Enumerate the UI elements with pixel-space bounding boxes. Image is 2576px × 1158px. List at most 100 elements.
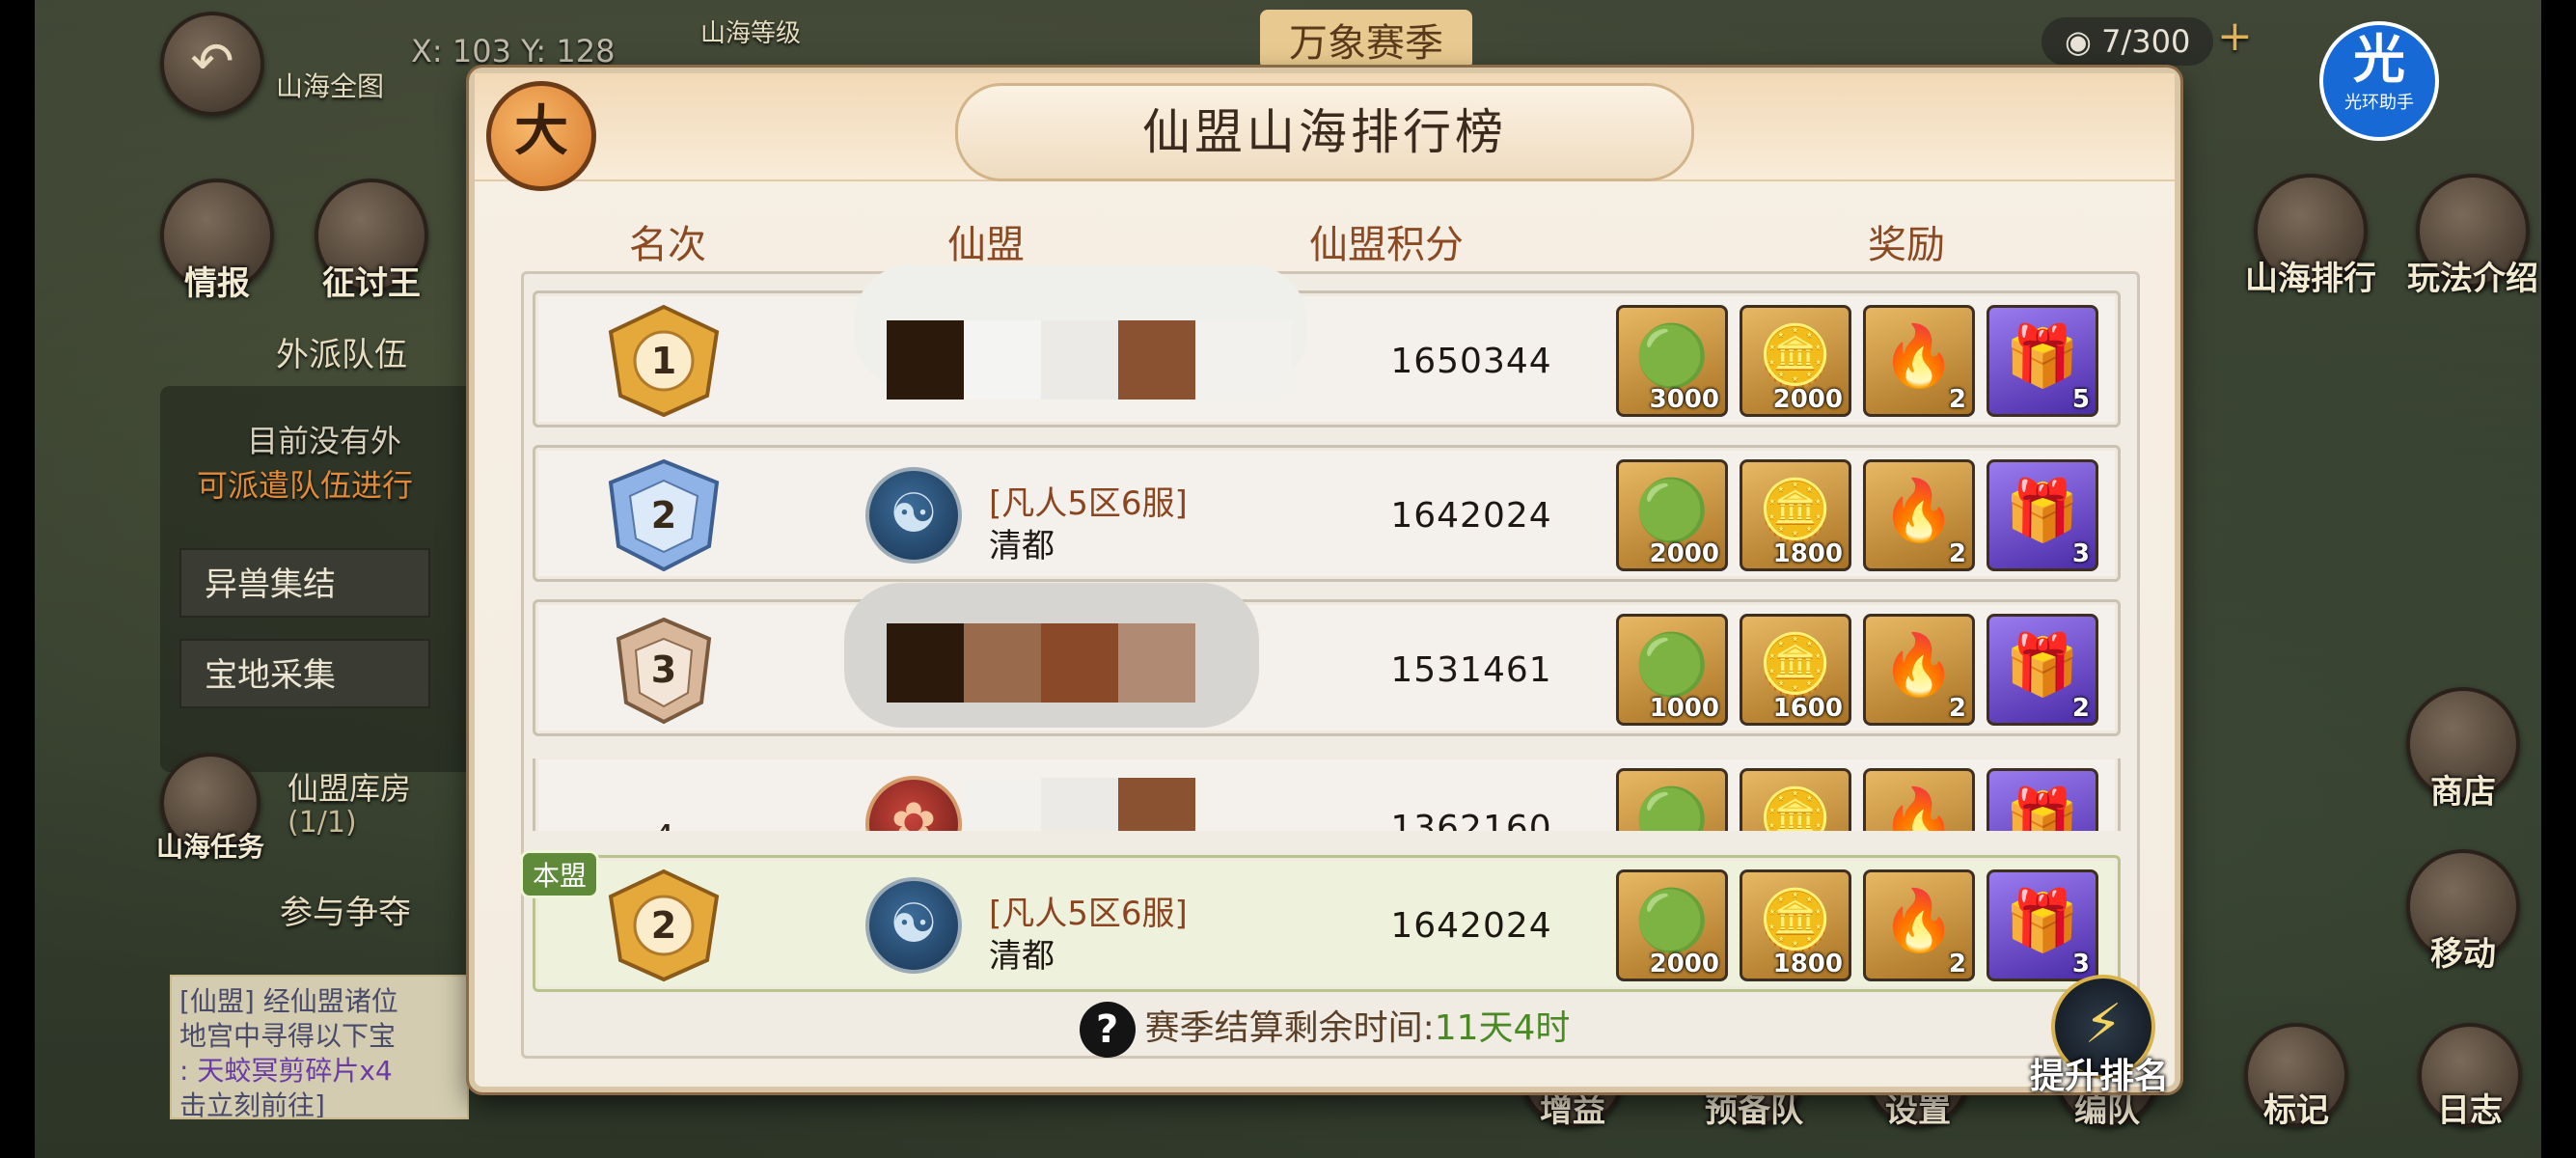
reward-item[interactable]: 🟢 2000 <box>1616 459 1728 571</box>
help-icon[interactable]: ? <box>1079 1002 1136 1058</box>
redacted-block <box>964 778 1041 831</box>
merit-token-icon: 🪙 <box>1758 784 1833 831</box>
guild-score: 1531461 <box>1390 650 1552 690</box>
energy-counter: ◉ 7/300 <box>2042 17 2214 66</box>
row-4-clip: 4 1362160 🟢 🪙 🔥 🎁 <box>533 758 2121 831</box>
rank-number: 4 <box>601 758 726 831</box>
guild-emblem-icon <box>865 467 962 564</box>
col-guild: 仙盟 <box>947 223 1025 267</box>
improve-rank-button[interactable]: ⚡ 提升排名 <box>2022 975 2177 1096</box>
my-guild-tag: 本盟 <box>520 850 600 898</box>
cat-badge-icon: 大 <box>486 81 596 191</box>
guild-emblem-icon <box>865 877 962 974</box>
game-screen: ↶ 山海全图 X: 103 Y: 128 山海等级 万象赛季 ◉ 7/300 +… <box>35 0 2541 1158</box>
table-row[interactable]: 4 1362160 🟢 🪙 🔥 🎁 <box>533 758 2121 831</box>
my-guild-row[interactable]: 本盟 2 [凡人5区6服] 清都 1642024 🟢2000 🪙1800 🔥2 … <box>520 850 2121 992</box>
mark-button[interactable]: 标记 <box>2244 1023 2348 1130</box>
add-energy-icon[interactable]: + <box>2217 12 2253 61</box>
table-row[interactable]: 2 [凡人5区6服] 清都 1642024 🟢2000 🪙1800 🔥2 🎁3 <box>533 445 2121 582</box>
reward-item[interactable]: 🪙 1800 <box>1740 869 1851 981</box>
gameplay-intro-button[interactable]: 玩法介绍 <box>2407 174 2538 298</box>
dispatch-title: 外派队伍 <box>276 336 407 374</box>
reward-item[interactable]: 🪙 <box>1740 768 1851 831</box>
mountain-task-button[interactable]: 山海任务 <box>156 753 264 863</box>
expedition-button[interactable]: 征讨王 <box>315 179 428 303</box>
reward-item[interactable]: 🔥 2 <box>1863 869 1975 981</box>
col-reward: 奖励 <box>1868 223 1945 267</box>
treasure-chest-icon: 🎁 <box>2005 629 2080 700</box>
reward-item[interactable]: 🎁 3 <box>1987 459 2098 571</box>
redacted-block <box>887 320 964 400</box>
jade-ring-icon: 🟢 <box>1634 629 1710 700</box>
mountain-ranking-button[interactable]: 山海排行 <box>2245 174 2376 298</box>
chat-box[interactable]: [仙盟] 经仙盟诸位 地宫中寻得以下宝 : 天蛟冥剪碎片x4 击立刻前往] <box>170 975 469 1119</box>
log-button[interactable]: 日志 <box>2418 1023 2522 1130</box>
guild-emblem-icon <box>865 776 962 831</box>
countdown-label: 赛季结算剩余时间: <box>1144 1008 1435 1048</box>
reward-item[interactable]: 🔥 2 <box>1863 459 1975 571</box>
move-button[interactable]: 移动 <box>2406 849 2520 974</box>
reward-item[interactable]: 🔥 2 <box>1863 614 1975 726</box>
flame-essence-icon: 🔥 <box>1881 320 1957 391</box>
guild-store-label[interactable]: 仙盟库房 <box>288 764 411 809</box>
jade-ring-icon: 🟢 <box>1634 885 1710 955</box>
countdown-time: 11天4时 <box>1434 1008 1571 1048</box>
reward-item[interactable]: 🎁 5 <box>1987 305 2098 417</box>
reward-item[interactable]: 🪙 1800 <box>1740 459 1851 571</box>
reward-item[interactable]: 🟢 1000 <box>1616 614 1728 726</box>
treasure-chest-icon: 🎁 <box>2005 885 2080 955</box>
flame-essence-icon: 🔥 <box>1881 475 1957 545</box>
table-row[interactable]: 1 1650344 🟢 3000 🪙 2000 🔥 2 🎁 5 <box>533 264 2121 427</box>
redacted-block <box>1195 320 1292 400</box>
redacted-block <box>887 623 964 703</box>
back-arrow-icon: ↶ <box>190 31 234 92</box>
season-banner: 万象赛季 <box>1260 10 1472 69</box>
jade-ring-icon: 🟢 <box>1634 320 1710 391</box>
reward-item[interactable]: 🟢 2000 <box>1616 869 1728 981</box>
treasure-chest-icon: 🎁 <box>2005 320 2080 391</box>
beast-gather-button[interactable]: 异兽集结 <box>179 548 430 618</box>
rank-number: 1 <box>650 340 677 382</box>
jade-ring-icon: 🟢 <box>1634 784 1710 831</box>
map-label[interactable]: 山海全图 <box>276 66 384 104</box>
guild-name: 清都 <box>989 527 1055 565</box>
redacted-block <box>1041 623 1118 703</box>
guild-server-tag: [凡人5区6服] <box>989 484 1188 523</box>
treasure-gather-button[interactable]: 宝地采集 <box>179 639 430 708</box>
reward-item[interactable]: 🪙 1600 <box>1740 614 1851 726</box>
guild-score: 1642024 <box>1390 496 1552 536</box>
rank-number: 2 <box>650 494 677 537</box>
shop-button[interactable]: 商店 <box>2406 687 2520 812</box>
dispatch-empty-line1: 目前没有外 <box>247 423 402 459</box>
reward-item[interactable]: 🎁 3 <box>1987 869 2098 981</box>
assist-app-button[interactable]: 光 光环助手 <box>2319 21 2439 141</box>
reward-item[interactable]: 🔥 <box>1863 768 1975 831</box>
chat-line: 地宫中寻得以下宝 <box>179 1020 397 1052</box>
level-label: 山海等级 <box>700 19 802 48</box>
reward-item[interactable]: 🟢 3000 <box>1616 305 1728 417</box>
reward-item[interactable]: 🪙 2000 <box>1740 305 1851 417</box>
guild-score: 1650344 <box>1390 342 1552 381</box>
rank-number: 2 <box>650 904 677 947</box>
panel-title: 仙盟山海排行榜 <box>955 83 1694 181</box>
reward-item[interactable]: 🎁 2 <box>1987 614 2098 726</box>
season-countdown: ? 赛季结算剩余时间:11天4时 <box>475 1000 2175 1058</box>
chat-line: : 天蛟冥剪碎片x4 <box>179 1055 393 1087</box>
col-rank: 名次 <box>629 223 706 267</box>
merit-token-icon: 🪙 <box>1758 885 1833 955</box>
reward-item[interactable]: 🟢 <box>1616 768 1728 831</box>
flame-essence-icon: 🔥 <box>1881 629 1957 700</box>
reward-item[interactable]: 🔥 2 <box>1863 305 1975 417</box>
join-fight-label[interactable]: 参与争夺 <box>280 886 411 933</box>
flame-essence-icon: 🔥 <box>1881 885 1957 955</box>
merit-token-icon: 🪙 <box>1758 629 1833 700</box>
redacted-block <box>1041 778 1118 831</box>
guild-store-count: (1/1) <box>288 806 357 840</box>
intel-button[interactable]: 情报 <box>160 179 274 303</box>
redacted-block <box>1041 320 1118 400</box>
redacted-block <box>964 623 1041 703</box>
table-row[interactable]: 3 1531461 🟢 1000 🪙 1600 🔥 2 🎁 2 <box>533 583 2121 736</box>
energy-icon: ◉ <box>2065 23 2102 60</box>
reward-item[interactable]: 🎁 <box>1987 768 2098 831</box>
back-button[interactable]: ↶ <box>160 12 264 116</box>
